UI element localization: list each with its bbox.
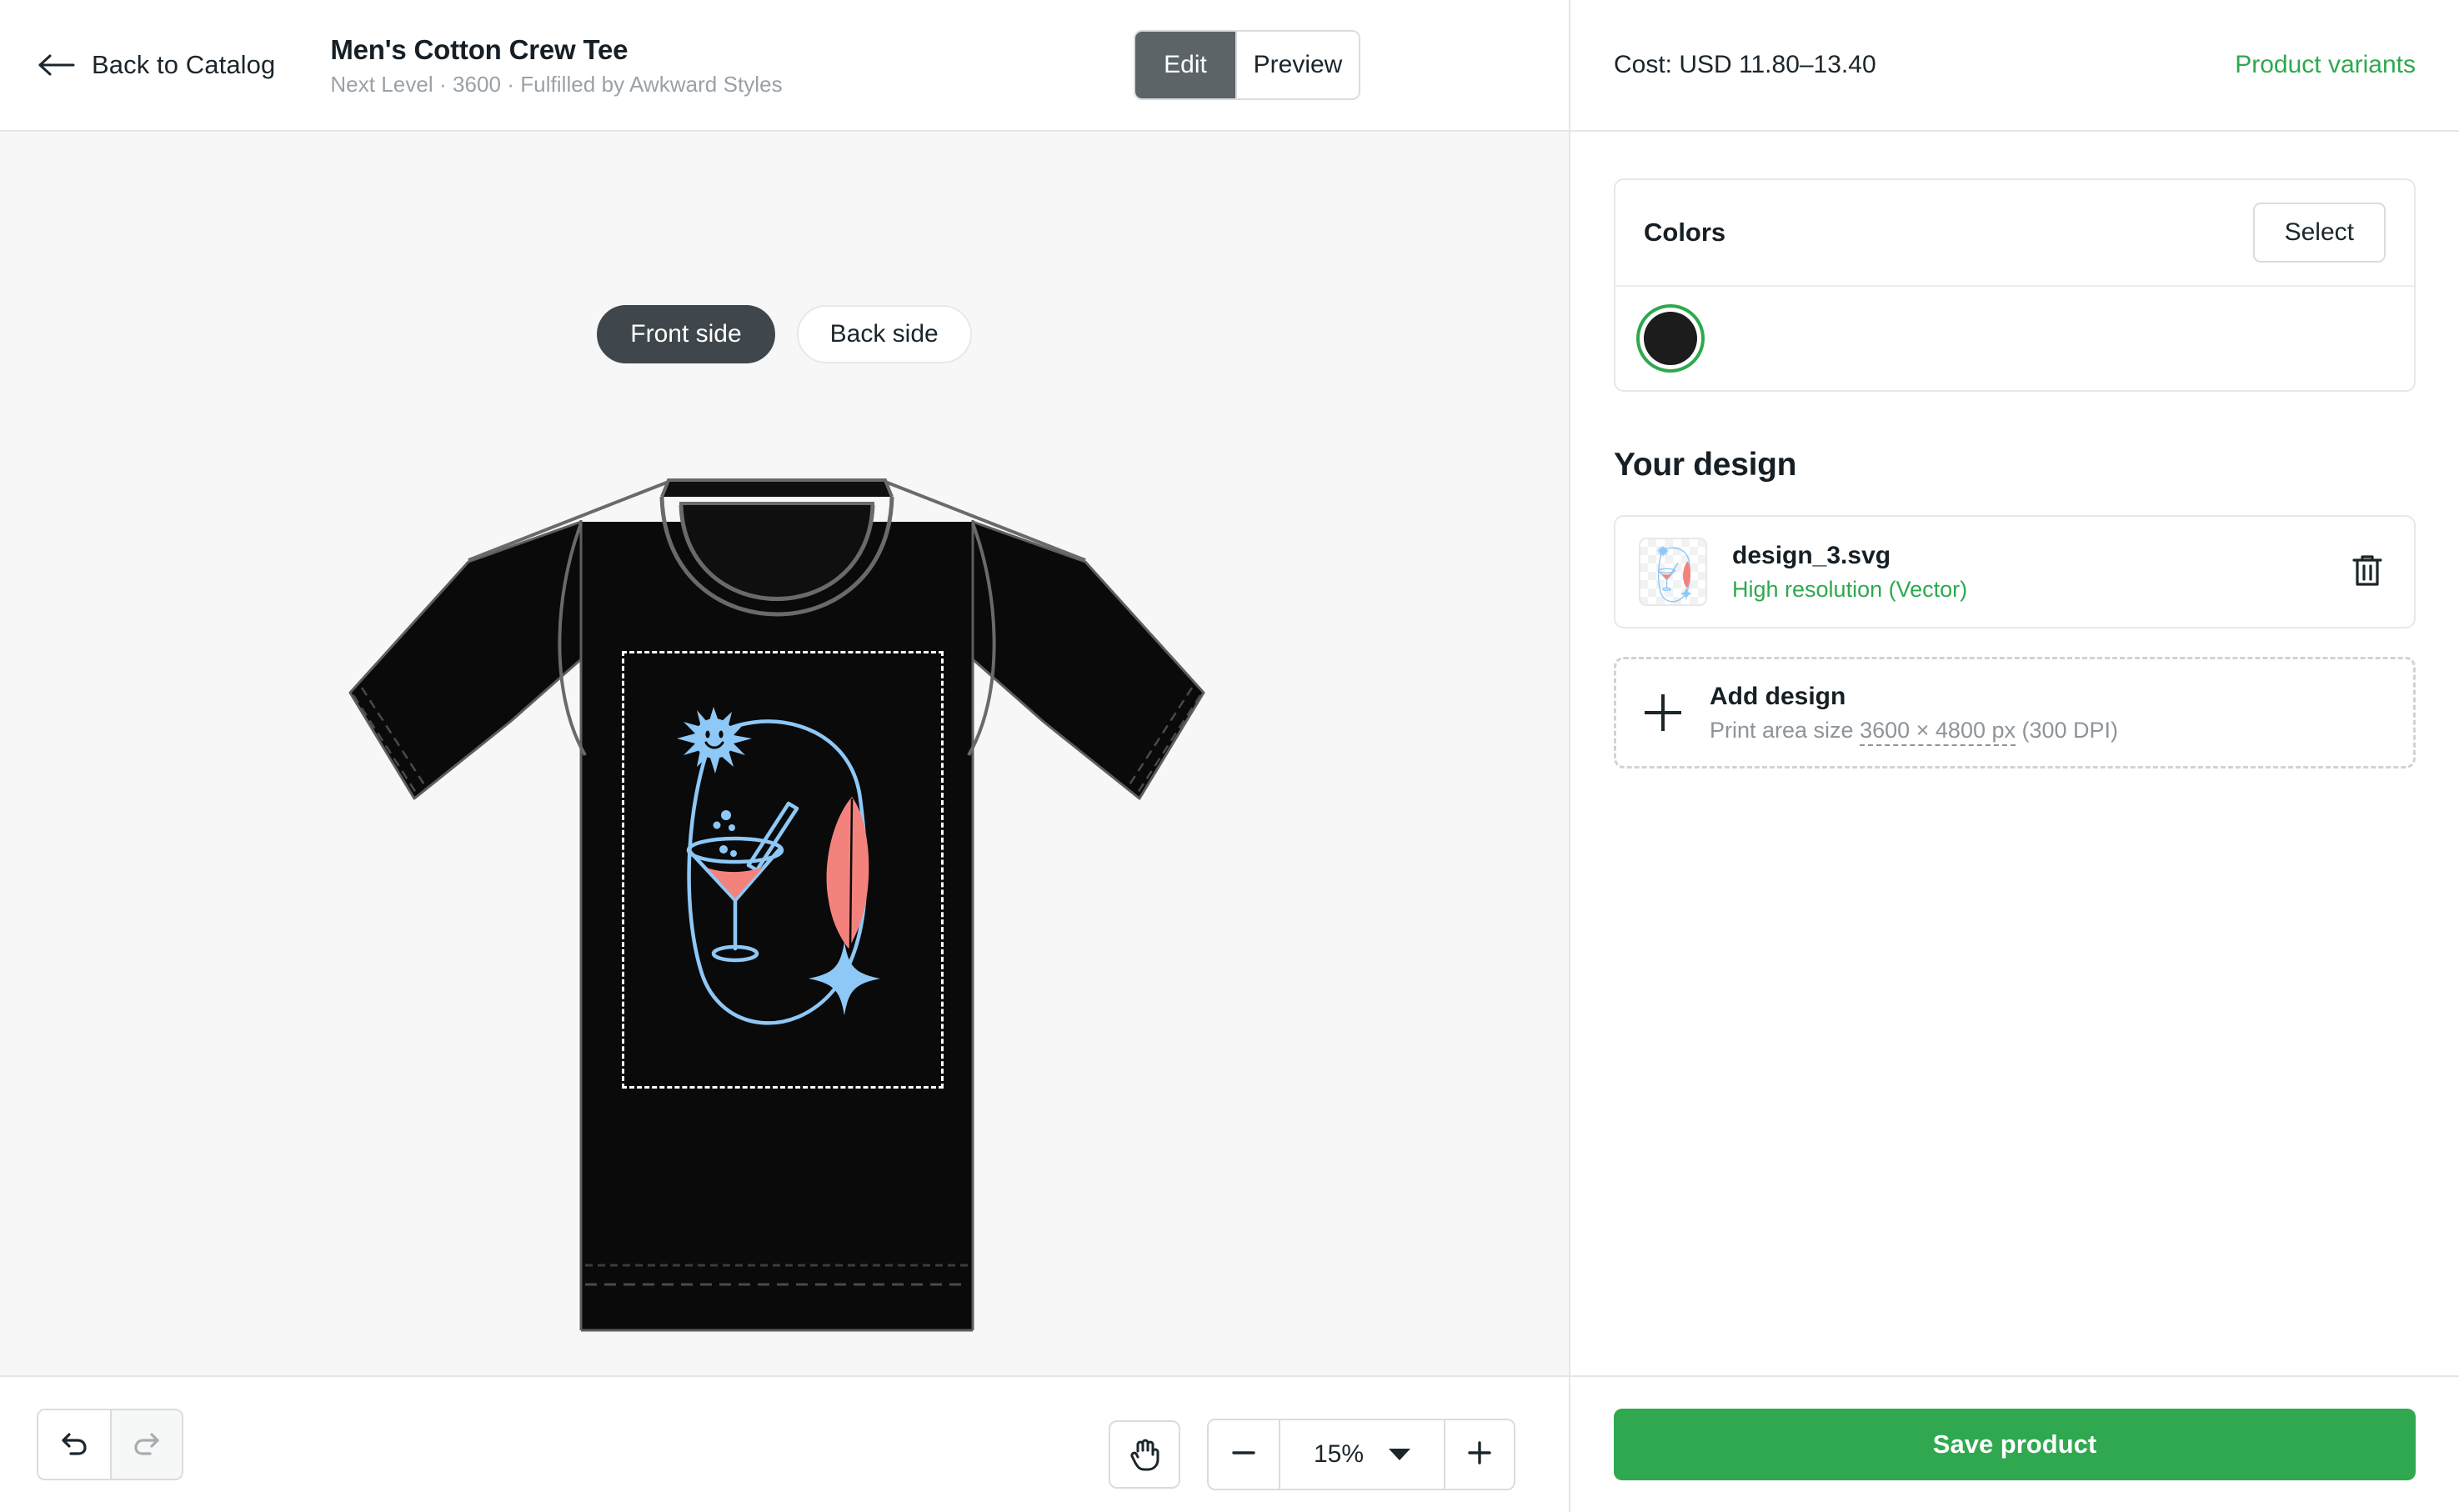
editor-toolbar: 15% (0, 1375, 1569, 1512)
redo-icon (130, 1426, 163, 1464)
add-design-subtitle: Print area size 3600 × 4800 px (300 DPI) (1710, 717, 2119, 746)
colors-header: Colors Select (1615, 180, 2414, 287)
design-artwork[interactable] (642, 673, 917, 1057)
editor-header: Back to Catalog Men's Cotton Crew Tee Ne… (0, 0, 1569, 132)
cost-label: Cost: USD 11.80–13.40 (1614, 51, 1876, 78)
design-resolution-badge: High resolution (Vector) (1732, 576, 1968, 602)
zoom-group: 15% (1207, 1419, 1515, 1490)
zoom-in-button[interactable] (1444, 1420, 1514, 1489)
tab-preview[interactable]: Preview (1235, 32, 1359, 98)
editor-pane: Back to Catalog Men's Cotton Crew Tee Ne… (0, 0, 1570, 1512)
redo-button[interactable] (110, 1410, 182, 1479)
minus-icon (1230, 1439, 1258, 1471)
plus-icon (1645, 694, 1681, 731)
zoom-level-value: 15% (1313, 1440, 1365, 1468)
page-title: Men's Cotton Crew Tee (330, 33, 629, 65)
zoom-level-dropdown[interactable]: 15% (1279, 1420, 1444, 1489)
design-file-row[interactable]: design_3.svg High resolution (Vector) (1614, 515, 2416, 628)
pan-tool-button[interactable] (1109, 1420, 1180, 1489)
product-title-block: Men's Cotton Crew Tee Next Level · 3600 … (330, 33, 782, 98)
save-product-button[interactable]: Save product (1614, 1409, 2416, 1480)
arrow-left-icon (37, 53, 75, 78)
delete-design-button[interactable] (2344, 548, 2391, 595)
mode-toggle: Edit Preview (1134, 30, 1360, 100)
add-design-text: Add design Print area size 3600 × 4800 p… (1710, 682, 2119, 746)
back-to-catalog-button[interactable]: Back to Catalog (37, 50, 283, 80)
tab-edit[interactable]: Edit (1135, 32, 1235, 98)
print-area-prefix: Print area size (1710, 717, 1861, 743)
chevron-down-icon (1389, 1449, 1411, 1460)
product-variants-link[interactable]: Product variants (2235, 51, 2416, 79)
product-designer-app: Back to Catalog Men's Cotton Crew Tee Ne… (0, 0, 2459, 1512)
color-swatch-black[interactable] (1644, 312, 1697, 365)
trash-icon (2351, 552, 2384, 593)
tab-front-side[interactable]: Front side (597, 305, 775, 363)
hand-pan-icon (1126, 1434, 1163, 1475)
product-subtitle: Next Level · 3600 · Fulfilled by Awkward… (330, 72, 783, 98)
add-design-title: Add design (1710, 682, 1846, 710)
colors-card: Colors Select (1614, 178, 2416, 392)
plus-icon (1465, 1439, 1494, 1471)
zoom-controls: 15% (1109, 1419, 1515, 1490)
undo-icon (58, 1426, 91, 1464)
design-thumbnail (1639, 538, 1707, 606)
color-swatch-row (1615, 287, 2414, 390)
tab-back-side[interactable]: Back side (796, 305, 972, 363)
colors-title: Colors (1644, 218, 1726, 247)
your-design-title: Your design (1614, 447, 1797, 483)
panel-header: Cost: USD 11.80–13.40 Product variants (1570, 0, 2459, 132)
back-to-catalog-label: Back to Catalog (92, 50, 276, 79)
panel-footer: Save product (1570, 1375, 2459, 1512)
print-area-size[interactable]: 3600 × 4800 px (1860, 717, 2016, 746)
add-design-button[interactable]: Add design Print area size 3600 × 4800 p… (1614, 657, 2416, 769)
side-toggle: Front side Back side (0, 305, 1569, 363)
panel-body: Colors Select Your design design_3.svg H… (1570, 132, 2459, 1375)
product-settings-panel: Cost: USD 11.80–13.40 Product variants C… (1570, 0, 2459, 1512)
select-colors-button[interactable]: Select (2252, 203, 2386, 263)
undo-button[interactable] (38, 1410, 110, 1479)
history-button-group (37, 1409, 183, 1480)
design-meta: design_3.svg High resolution (Vector) (1732, 542, 2319, 603)
zoom-out-button[interactable] (1209, 1420, 1279, 1489)
print-area-suffix: (300 DPI) (2016, 717, 2119, 743)
design-file-name: design_3.svg (1732, 541, 1891, 569)
design-canvas[interactable]: Front side Back side (0, 132, 1569, 1375)
